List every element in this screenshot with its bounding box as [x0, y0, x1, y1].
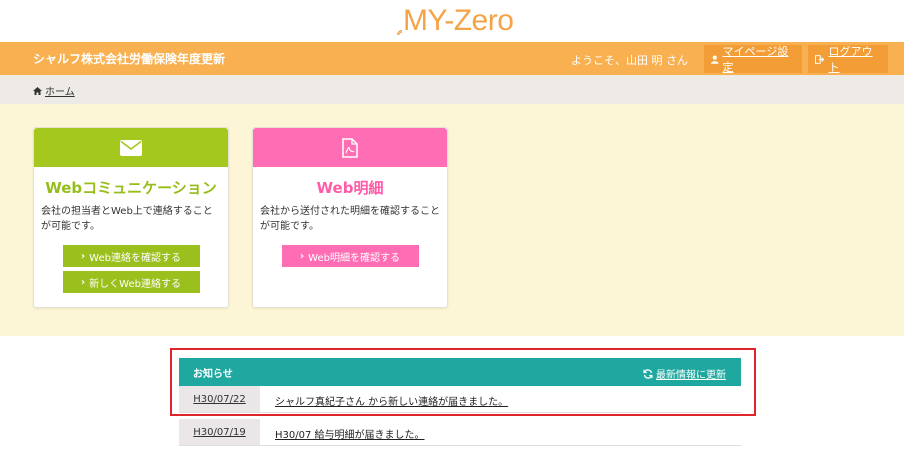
refresh-icon — [643, 368, 653, 379]
breadcrumb-home-link[interactable]: ホーム — [33, 83, 75, 98]
news-date[interactable]: H30/07/19 — [179, 419, 260, 445]
news-text-link[interactable]: H30/07 給与明細が届きました。 — [275, 426, 425, 441]
web-statement-card: Web明細 会社から送付された明細を確認することが可能です。 › Web明細を確… — [252, 127, 448, 308]
new-web-message-button[interactable]: › 新しくWeb連絡する — [62, 271, 200, 293]
logout-label: ログアウト — [828, 45, 873, 74]
chevron-right-icon: › — [81, 250, 86, 262]
welcome-text: ようこそ、山田 明 さん — [571, 54, 688, 67]
check-web-message-label: Web連絡を確認する — [89, 252, 181, 264]
user-icon — [711, 55, 719, 64]
web-statement-title: Web明細 — [316, 179, 384, 197]
web-statement-description: 会社から送付された明細を確認することが可能です。 — [260, 206, 440, 232]
cards-area: Webコミュニケーション 会社の担当者とWeb上で連絡することが可能です。 › … — [0, 104, 904, 336]
web-communication-card-header — [34, 128, 228, 167]
mypage-settings-button[interactable]: マイページ設定 — [704, 45, 802, 74]
check-web-message-button[interactable]: › Web連絡を確認する — [62, 245, 200, 267]
news-header: お知らせ 最新情報に更新 — [179, 358, 741, 386]
pdf-file-icon — [342, 137, 358, 158]
news-item: H30/07/22 シャルフ真紀子さん から新しい連絡が届きました。 — [179, 386, 741, 413]
home-icon — [33, 86, 42, 95]
header-bar: シャルフ株式会社労働保険年度更新 ようこそ、山田 明 さん マイページ設定 ログ… — [0, 42, 904, 75]
new-web-message-label: 新しくWeb連絡する — [89, 278, 181, 290]
chevron-right-icon: › — [300, 250, 305, 262]
logo-text: MY-Zero — [403, 4, 514, 37]
check-web-statement-label: Web明細を確認する — [308, 252, 400, 264]
logo: MY-Zero — [0, 0, 904, 42]
chevron-right-icon: › — [81, 276, 86, 288]
mypage-settings-label: マイページ設定 — [722, 45, 789, 74]
logout-button[interactable]: ログアウト — [808, 45, 888, 74]
refresh-news-label: 最新情報に更新 — [656, 370, 726, 381]
breadcrumb-home-label: ホーム — [45, 87, 75, 98]
web-statement-card-header — [253, 128, 447, 167]
news-item: H30/07/19 H30/07 給与明細が届きました。 — [179, 419, 741, 446]
logout-icon — [815, 54, 825, 64]
breadcrumb: ホーム — [0, 75, 904, 104]
envelope-icon — [120, 139, 142, 156]
web-communication-title: Webコミュニケーション — [45, 179, 217, 197]
web-communication-description: 会社の担当者とWeb上で連絡することが可能です。 — [41, 206, 213, 232]
web-communication-card: Webコミュニケーション 会社の担当者とWeb上で連絡することが可能です。 › … — [33, 127, 229, 308]
news-title: お知らせ — [193, 369, 233, 380]
refresh-news-link[interactable]: 最新情報に更新 — [643, 366, 726, 381]
news-text-link[interactable]: シャルフ真紀子さん から新しい連絡が届きました。 — [275, 393, 508, 408]
page-title: シャルフ株式会社労働保険年度更新 — [33, 52, 226, 66]
news-date[interactable]: H30/07/22 — [179, 386, 260, 412]
check-web-statement-button[interactable]: › Web明細を確認する — [281, 245, 419, 267]
